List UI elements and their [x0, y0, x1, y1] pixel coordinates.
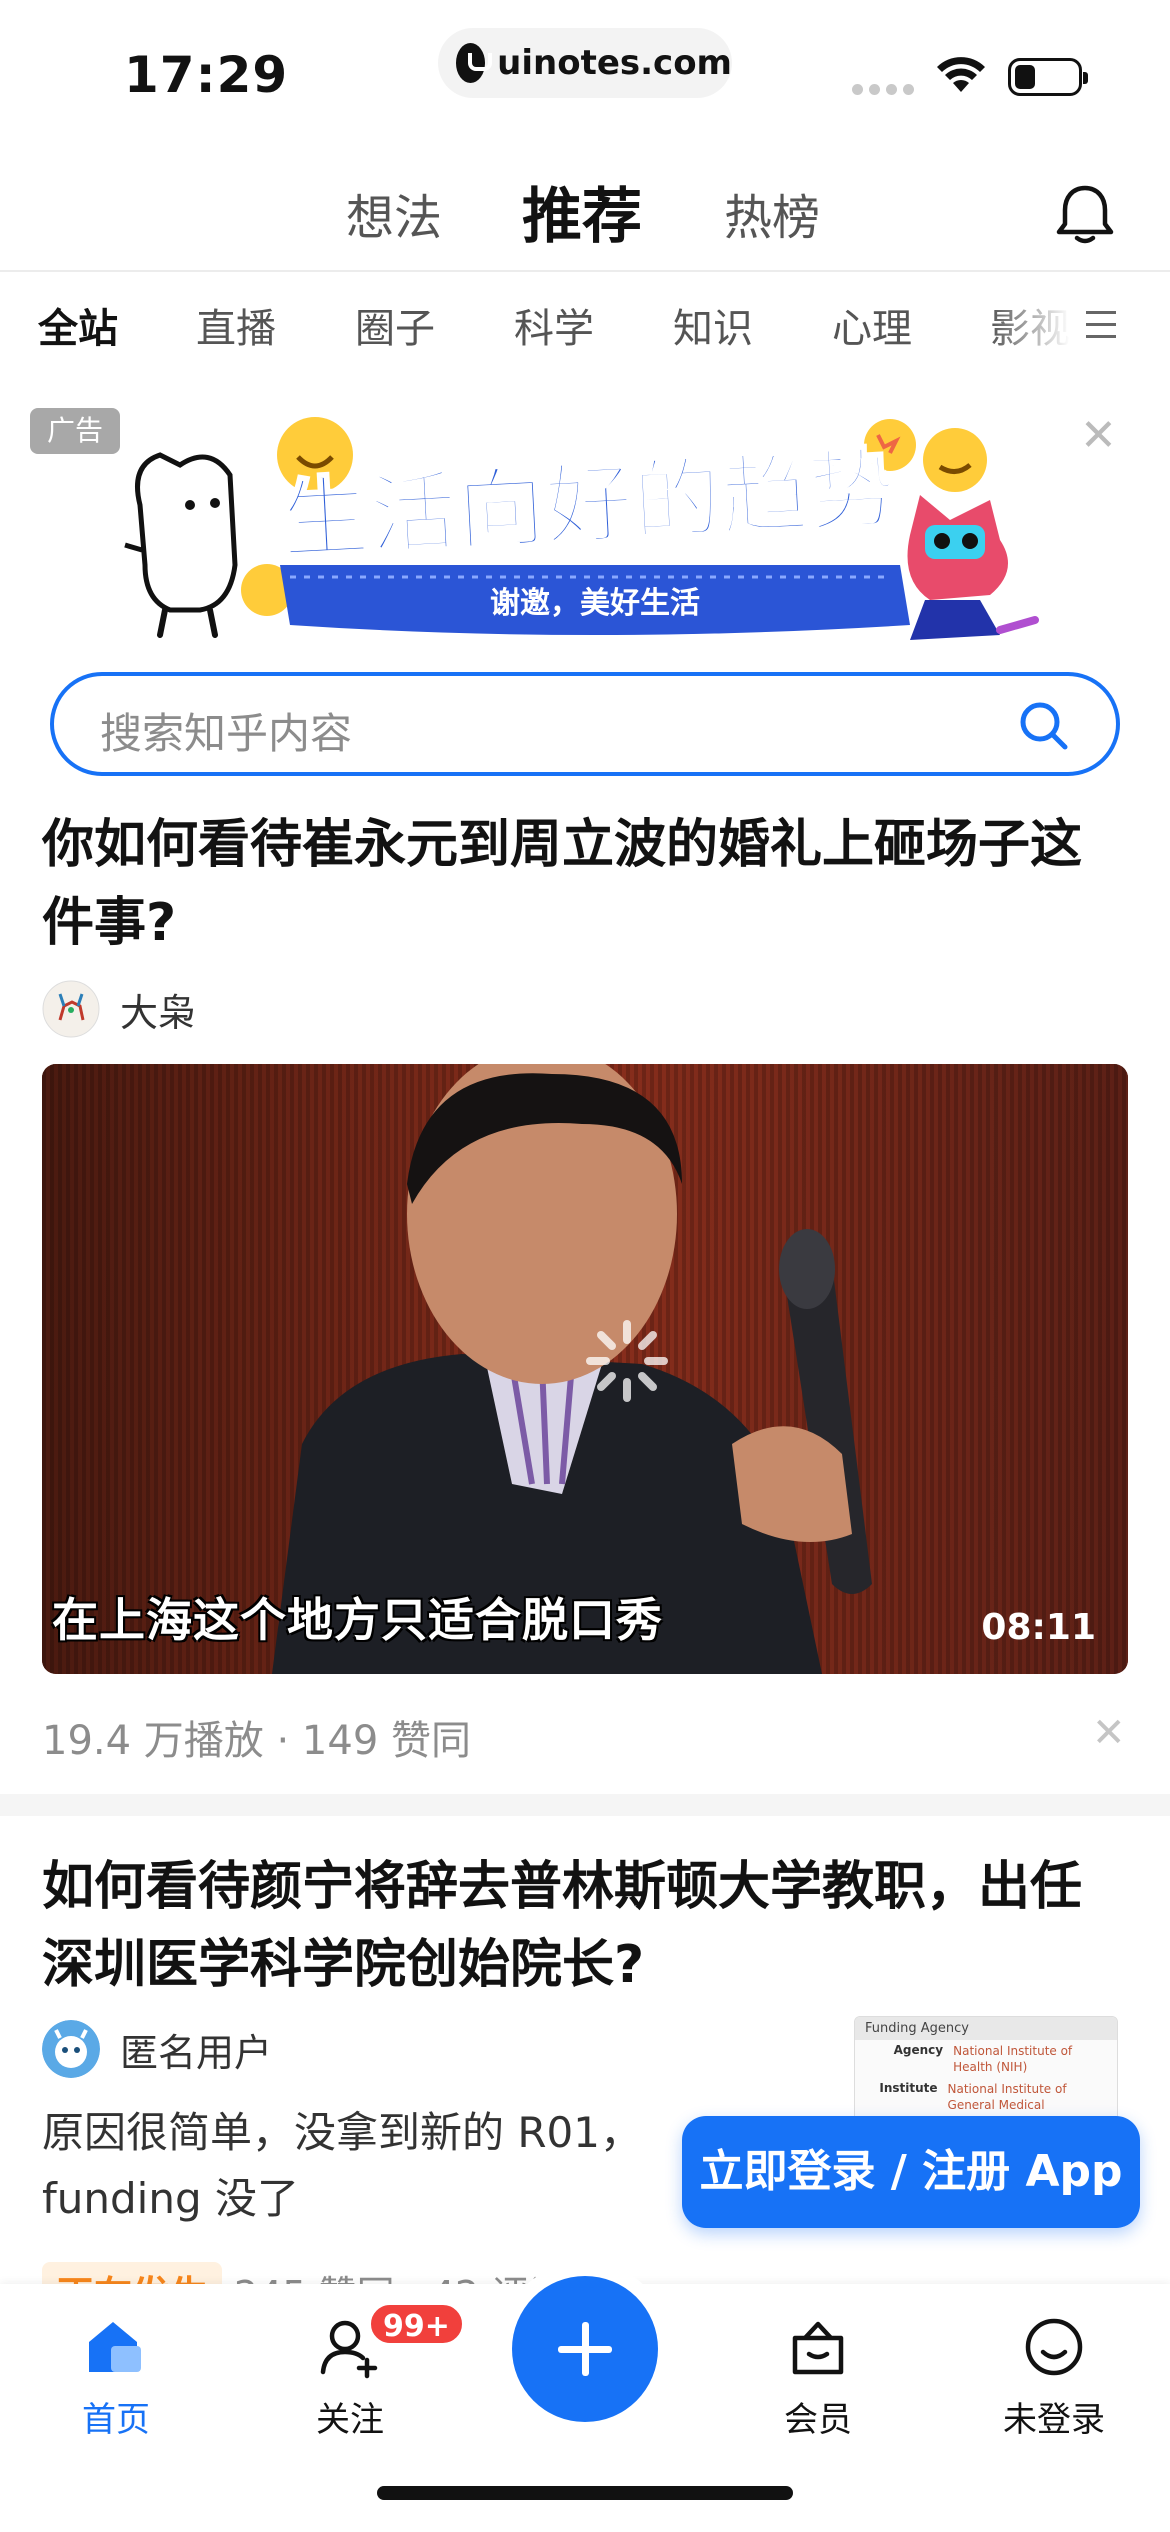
- feed-item-author[interactable]: 大枭: [42, 980, 196, 1038]
- category-science[interactable]: 科学: [514, 296, 594, 354]
- video-caption: 在上海这个地方只适合脱口秀: [52, 1593, 663, 1647]
- search-icon[interactable]: [1016, 698, 1072, 754]
- dog-mascot-icon: [124, 452, 238, 638]
- nav-vip[interactable]: 会员: [748, 2312, 888, 2441]
- search-bar[interactable]: 搜索知乎内容: [50, 672, 1120, 776]
- author-name: 匿名用户: [120, 2030, 273, 2075]
- wifi-icon: [937, 57, 985, 92]
- thumbnail-header: Funding Agency: [855, 2017, 1117, 2040]
- feed-item-meta: 19.4 万播放 · 149 赞同: [42, 1718, 471, 1764]
- category-menu-icon[interactable]: [1080, 304, 1124, 348]
- vip-icon: [792, 2321, 844, 2375]
- tab-ideas[interactable]: 想法: [346, 178, 442, 248]
- loading-icon: [586, 1320, 668, 1402]
- top-tabs: 想法 推荐 热榜: [0, 160, 1170, 270]
- video-duration: 08:11: [981, 1607, 1096, 1648]
- site-logo-icon: [456, 43, 493, 83]
- create-button[interactable]: [512, 2276, 658, 2422]
- url-pill[interactable]: uinotes.com: [438, 28, 732, 98]
- feed-item-title[interactable]: 如何看待颜宁将辞去普林斯顿大学教职，出任深圳医学科学院创始院长?: [42, 1848, 1132, 2004]
- close-icon[interactable]: ✕: [1080, 410, 1117, 461]
- ad-artwork[interactable]: 生活向好的趋势 谢邀，美好生活: [120, 395, 1060, 655]
- ad-headline: 生活向好的趋势: [279, 437, 900, 572]
- home-indicator: [377, 2486, 793, 2500]
- category-row: 全站 直播 圈子 科学 知识 心理 影视: [0, 272, 1170, 380]
- category-psychology[interactable]: 心理: [832, 296, 912, 354]
- ad-banner[interactable]: 广告 ✕ 生活向好的趋势 谢邀，美好生活: [0, 390, 1170, 660]
- thumbnail-row: Agency National Institute of Health (NIH): [893, 2043, 1073, 2074]
- author-name: 大枭: [120, 990, 197, 1035]
- avatar: [42, 980, 100, 1038]
- feed-item-excerpt[interactable]: 原因很简单，没拿到新的 R01，funding 没了: [42, 2100, 662, 2232]
- search-input[interactable]: 搜索知乎内容: [100, 700, 352, 761]
- thumbnail-row: Institute National Institute of General M…: [879, 2081, 1067, 2112]
- mascot-icon: [907, 495, 1039, 640]
- login-register-button[interactable]: 立即登录 / 注册 App: [682, 2116, 1140, 2228]
- feed-item-title[interactable]: 你如何看待崔永元到周立波的婚礼上砸场子这件事?: [42, 806, 1132, 962]
- battery-icon: [1008, 58, 1088, 96]
- signal-icon: [852, 84, 914, 95]
- bell-icon[interactable]: [1050, 180, 1120, 250]
- category-knowledge[interactable]: 知识: [673, 296, 753, 354]
- dismiss-icon[interactable]: ✕: [1092, 1710, 1126, 1756]
- video-player[interactable]: 在上海这个地方只适合脱口秀 08:11: [42, 1064, 1128, 1674]
- ad-subline: 谢邀，美好生活: [490, 586, 700, 621]
- nav-home[interactable]: 首页: [46, 2312, 186, 2441]
- tab-recommend[interactable]: 推荐: [522, 168, 642, 255]
- home-icon: [89, 2322, 141, 2372]
- notification-badge: 99+: [368, 2302, 465, 2346]
- answer-thumbnail[interactable]: Funding Agency Agency National Institute …: [854, 2016, 1118, 2126]
- profile-icon: [1025, 2318, 1083, 2376]
- feed-item-author[interactable]: 匿名用户: [42, 2020, 272, 2078]
- category-circle[interactable]: 圈子: [355, 296, 435, 354]
- category-all[interactable]: 全站: [38, 296, 118, 354]
- status-bar: 17:29 uinotes.com: [0, 0, 1170, 140]
- avatar: [42, 2020, 100, 2078]
- status-time: 17:29: [124, 46, 289, 104]
- category-live[interactable]: 直播: [196, 296, 276, 354]
- nav-profile[interactable]: 未登录: [984, 2312, 1124, 2441]
- ad-label: 广告: [30, 408, 120, 454]
- tab-hot[interactable]: 热榜: [724, 178, 820, 248]
- url-text: uinotes.com: [497, 43, 732, 83]
- feed-separator: [0, 1794, 1170, 1816]
